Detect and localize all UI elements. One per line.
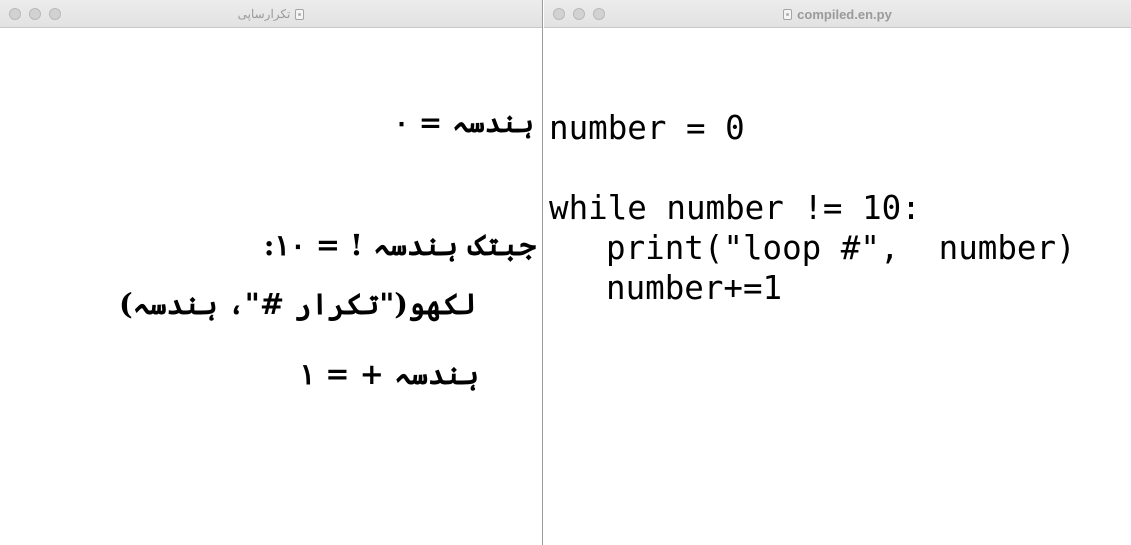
code-line: while number != 10: — [549, 189, 921, 227]
window-title-text: compiled.en.py — [797, 6, 892, 22]
compiled-python-window: compiled.en.py number = 0 while number !… — [544, 0, 1131, 545]
document-icon — [783, 8, 793, 20]
window-title-text: تکرارساپی — [237, 7, 291, 21]
title-bar[interactable]: compiled.en.py — [544, 0, 1131, 28]
code-line: number = 0 — [549, 109, 745, 147]
code-line: جبتک ہندسہ ! = ۱۰: — [263, 228, 536, 262]
window-title: تکرارساپی — [0, 0, 542, 28]
window-title: compiled.en.py — [544, 0, 1131, 28]
code-line: ہندسہ + = ۱ — [299, 357, 479, 391]
code-line: print("loop #", number) — [606, 229, 1076, 267]
code-line: number+=1 — [606, 269, 783, 307]
code-line: ہندسہ = ۰ — [393, 106, 534, 139]
title-bar[interactable]: تکرارساپی — [0, 0, 542, 28]
urdu-source-window: تکرارساپی ہندسہ = ۰ جبتک ہندسہ ! = ۱۰: ل… — [0, 0, 543, 545]
code-line: لکھو("تکرار #"، ہندسہ) — [118, 287, 476, 321]
document-icon — [295, 8, 305, 20]
